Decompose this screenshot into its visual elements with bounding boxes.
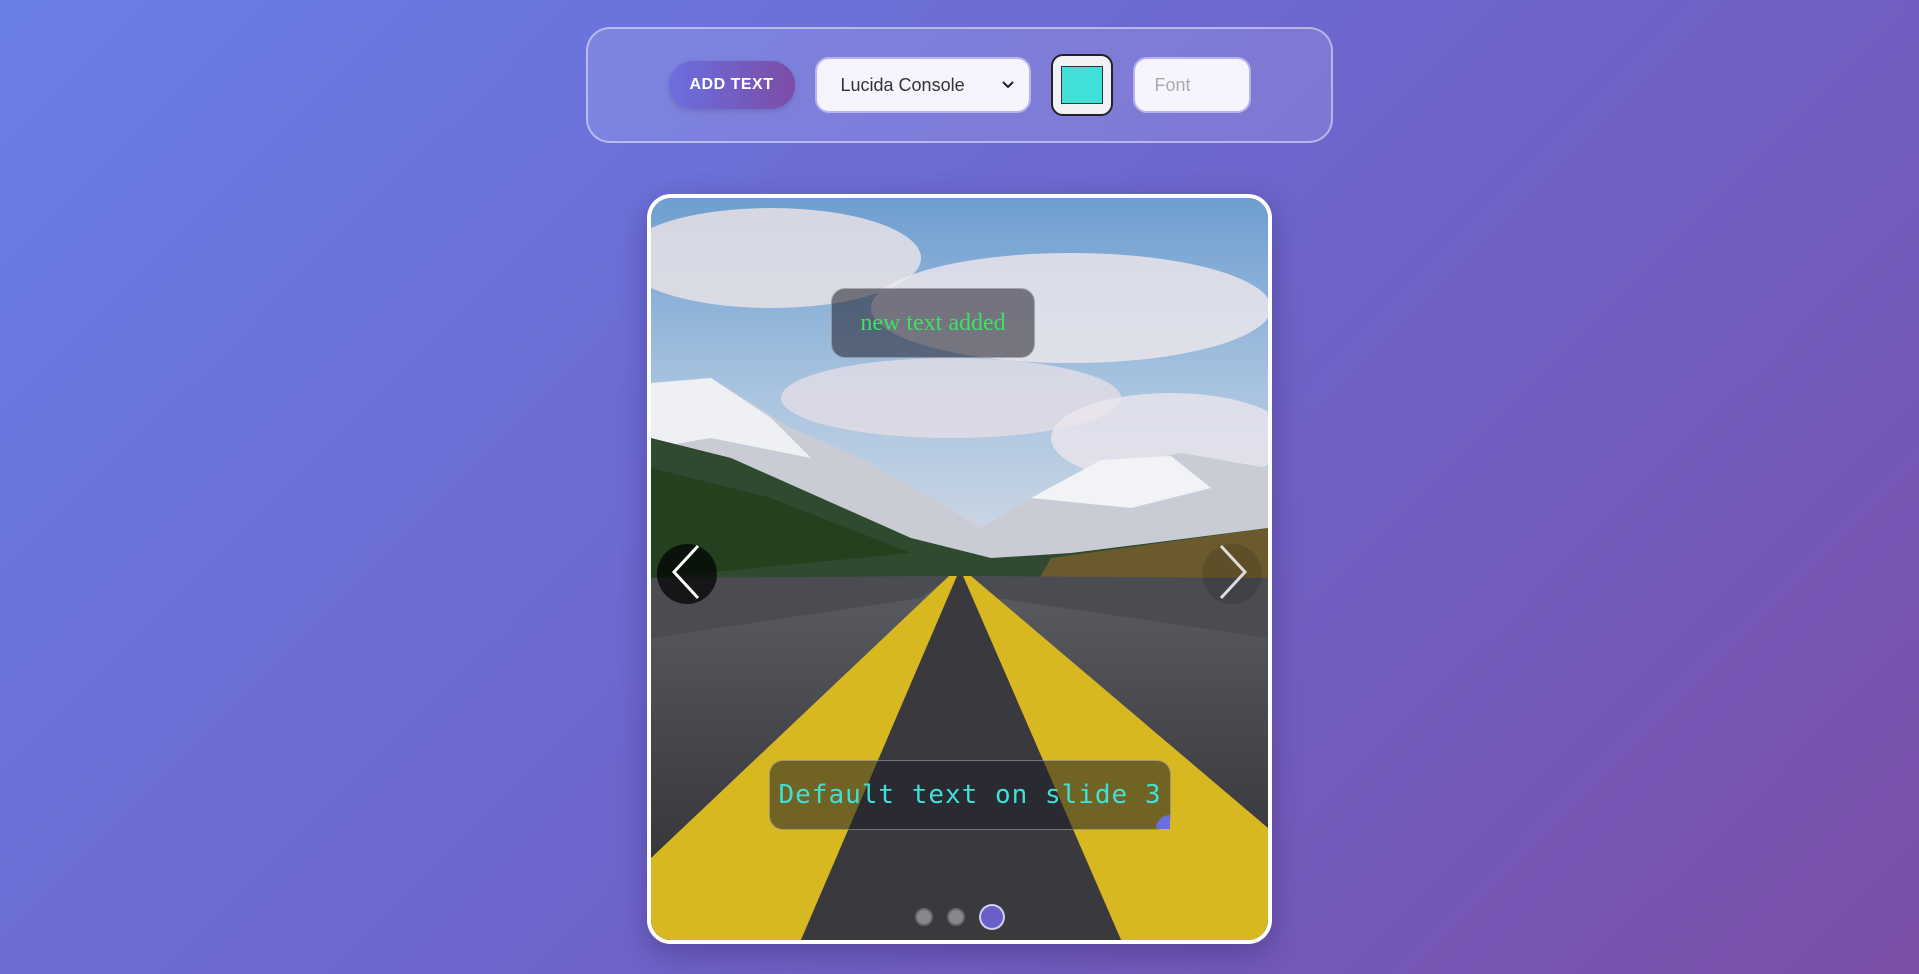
editor-toolbar: ADD TEXT Lucida Console Font bbox=[586, 27, 1333, 143]
slide-dot-3[interactable] bbox=[978, 904, 1005, 930]
text-color-picker[interactable] bbox=[1050, 54, 1113, 116]
font-family-select[interactable]: Lucida Console bbox=[814, 57, 1031, 113]
next-slide-button[interactable] bbox=[1202, 544, 1262, 604]
slide-dot-1[interactable] bbox=[914, 908, 933, 926]
add-text-button[interactable]: ADD TEXT bbox=[668, 61, 795, 109]
chevron-down-icon bbox=[1001, 77, 1015, 93]
slide-dot-2[interactable] bbox=[946, 908, 965, 926]
text-overlay-label: Default text on slide 3 bbox=[778, 780, 1162, 810]
image-slider: new text added Default text on slide 3 bbox=[647, 194, 1272, 944]
font-select-value: Lucida Console bbox=[840, 74, 965, 95]
chevron-left-icon bbox=[670, 544, 704, 605]
text-overlay-new[interactable]: new text added bbox=[831, 288, 1035, 358]
color-swatch bbox=[1060, 66, 1103, 104]
font-size-input[interactable]: Font bbox=[1132, 57, 1251, 113]
chevron-right-icon bbox=[1215, 544, 1249, 605]
text-overlay-default[interactable]: Default text on slide 3 bbox=[769, 760, 1171, 830]
text-overlay-label: new text added bbox=[860, 309, 1006, 336]
slide-indicators bbox=[651, 904, 1268, 930]
resize-handle[interactable] bbox=[1156, 815, 1170, 829]
prev-slide-button[interactable] bbox=[657, 544, 717, 604]
